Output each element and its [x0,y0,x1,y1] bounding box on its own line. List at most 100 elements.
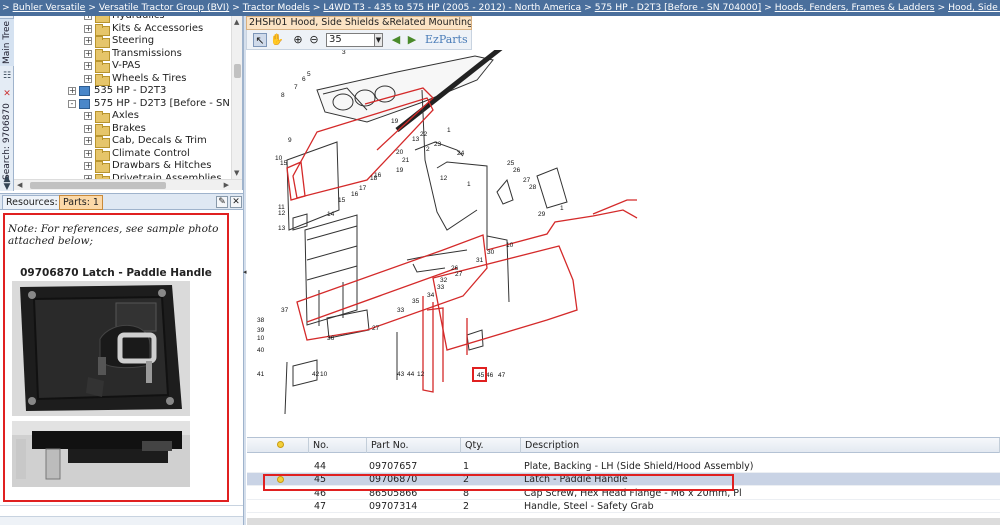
expand-icon[interactable]: + [84,74,92,83]
tree-vscroll-thumb[interactable] [234,64,241,78]
close-icon[interactable]: ✕ [230,196,242,208]
svg-text:27: 27 [523,177,531,184]
table-row[interactable]: 44 09707657 1 Plate, Backing - LH (Side Shi… [247,460,1000,473]
breadcrumb-separator: > [2,2,10,13]
tree-item[interactable]: + Axles [84,110,139,123]
tree-item-label: Axles [112,110,139,121]
expand-icon[interactable]: + [84,16,92,20]
folder-icon [95,73,110,86]
back-arrow-icon[interactable]: ◀ [389,33,403,47]
breadcrumb-link[interactable]: Tractor Models [243,2,310,13]
expand-icon[interactable]: + [68,87,76,95]
breadcrumb-link[interactable]: 575 HP - D2T3 [Before - SN 704000] [595,2,761,13]
tree-item[interactable]: + Steering [84,35,154,48]
tree-item[interactable]: + Kits & Accessories [84,23,203,36]
tab-parts[interactable]: Parts: 1 [59,195,103,210]
scroll-down-arrow-icon[interactable]: ▼ [234,169,239,177]
expand-icon[interactable]: + [84,137,92,145]
folder-icon [95,16,110,23]
tree-vertical-scrollbar[interactable]: ▲ ▼ [231,16,242,179]
breadcrumb-separator: > [312,2,321,13]
cell-part-no: 09707657 [369,461,418,472]
svg-text:33: 33 [437,284,445,291]
tree-hscroll-thumb[interactable] [30,182,166,189]
forward-arrow-icon[interactable]: ▶ [405,33,419,47]
pan-hand-icon[interactable]: ✋ [270,33,284,47]
note-title: 09706870 Latch - Paddle Handle [20,267,212,279]
tree-view-icon[interactable]: ☷ [2,71,12,81]
svg-text:47: 47 [498,372,506,379]
tree-item[interactable]: + V-PAS [84,60,140,73]
expand-icon[interactable]: + [84,37,92,45]
svg-text:28: 28 [529,184,537,191]
tree-item-label: 535 HP - D2T3 [94,85,167,96]
expand-icon[interactable]: + [84,62,92,70]
tree-item-label: 575 HP - D2T3 [Before - SN 704 [94,97,243,109]
table-horizontal-scrollbar[interactable] [247,518,1000,525]
close-search-icon[interactable]: ✕ [2,89,12,99]
tree-item[interactable]: + Wheels & Tires [84,72,187,86]
collapse-icon[interactable]: - [68,99,76,108]
expand-icon[interactable]: + [84,112,92,120]
col-part-no[interactable]: Part No. [367,438,461,453]
tree-item[interactable]: + Transmissions [84,48,182,61]
breadcrumb-separator: > [232,2,240,13]
tree-item-label: Climate Control [112,147,190,159]
tree-item[interactable]: + Climate Control [84,147,190,161]
col-no[interactable]: No. [309,438,367,453]
tree-item-label: Cab, Decals & Trim [112,135,207,146]
breadcrumb-link[interactable]: Buhler Versatile [13,2,86,13]
tree-item-label: Brakes [112,122,146,134]
expand-icon[interactable]: + [84,149,92,158]
collapse-arrow-icon[interactable]: ◂ [243,268,247,276]
svg-text:27: 27 [372,325,380,332]
expand-icon[interactable]: + [84,24,92,33]
tree-item[interactable]: + Drawbars & Hitches [84,160,212,173]
select-cursor-icon[interactable]: ↖ [253,33,267,47]
breadcrumb-link[interactable]: Hoods, Fenders, Frames & Ladders [775,2,935,13]
folder-icon [95,23,110,36]
svg-text:30: 30 [487,249,495,256]
table-row[interactable]: 47 09707314 2 Handle, Steel - Safety Grab [247,500,1000,513]
cell-part-no: 09707314 [369,500,418,512]
tree-item[interactable]: +535 HP - D2T3 [68,85,166,97]
zoom-dropdown-icon[interactable]: ▼ [374,33,383,47]
breadcrumb-separator: > [764,2,772,13]
svg-text:10: 10 [320,371,328,378]
svg-text:12: 12 [417,371,425,378]
latch-photo-front [12,281,190,416]
svg-text:46: 46 [486,372,494,379]
cell-qty: 1 [463,461,470,472]
expand-icon[interactable]: + [84,49,92,58]
bulb-column-header[interactable] [247,438,309,453]
side-tab-strip: Main Tree ☷ ✕ Search: 9706870 ▲ ▼ [0,16,14,192]
diagram-title: 2HSH01 Hood, Side Shields &Related Mount… [246,16,472,30]
zoom-in-icon[interactable]: ⊕ [291,33,305,47]
scroll-left-arrow-icon[interactable]: ◀ [17,181,22,189]
expand-icon[interactable]: + [84,124,92,133]
scroll-up-arrow-icon[interactable]: ▲ [234,18,239,26]
scroll-right-arrow-icon[interactable]: ▶ [224,181,229,189]
svg-text:39: 39 [257,327,265,334]
col-qty[interactable]: Qty. [461,438,521,453]
breadcrumb-link[interactable]: Versatile Tractor Group (BVI) [99,2,229,13]
breadcrumb-link[interactable]: Hood, Side Shields & Related Components [948,2,1000,13]
col-description[interactable]: Description [521,438,1000,453]
tree-item[interactable]: + Brakes [84,122,146,136]
tree-horizontal-scrollbar[interactable]: ◀ ▶ [14,179,242,190]
breadcrumb-link[interactable]: L4WD T3 - 435 to 575 HP (2005 - 2012) - … [323,2,581,13]
tree-item[interactable]: - 575 HP - D2T3 [Before - SN 704 [68,97,243,110]
parts-diagram[interactable]: 3 5 6 7 8 9 10 15 11 12 13 14 15 16 17 1… [247,46,1000,435]
tree-item[interactable]: + Hydraulics [84,16,165,23]
tree-item-label: Wheels & Tires [112,72,187,84]
svg-text:24: 24 [457,150,465,157]
pin-icon[interactable]: ✎ [216,196,228,208]
main-tree-tab[interactable]: Main Tree [0,18,14,66]
tree-item[interactable]: + Cab, Decals & Trim [84,135,207,148]
zoom-out-icon[interactable]: ⊖ [307,33,321,47]
svg-text:14: 14 [327,211,335,218]
expand-icon[interactable]: + [84,162,92,170]
svg-text:21: 21 [402,157,410,164]
search-tab[interactable]: Search: 9706870 [0,102,14,182]
scroll-down-icon[interactable]: ▼ [2,182,12,192]
